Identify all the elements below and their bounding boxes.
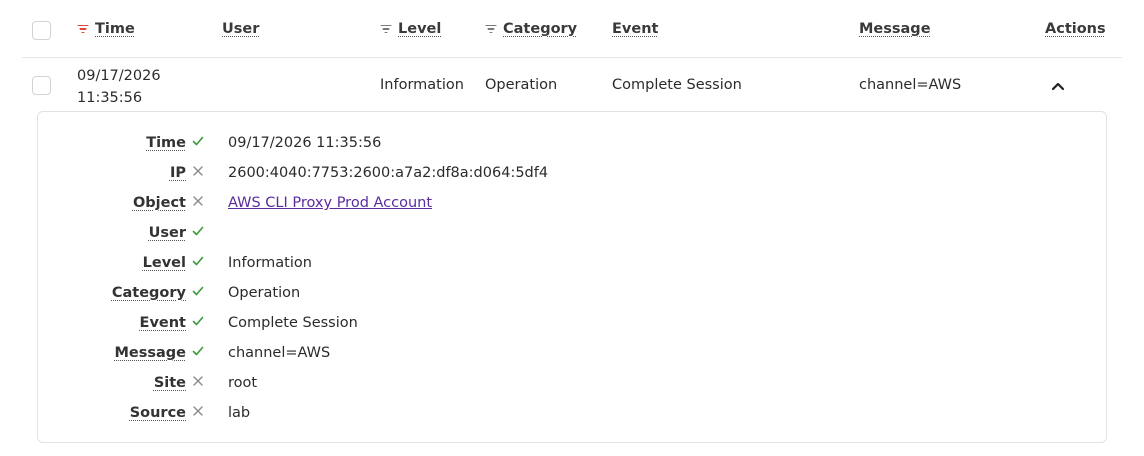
detail-row-event: Event Complete Session bbox=[38, 313, 1108, 335]
column-header-event[interactable]: Event bbox=[612, 21, 658, 37]
cell-event: Complete Session bbox=[612, 77, 742, 93]
check-icon[interactable] bbox=[191, 134, 205, 148]
check-icon[interactable] bbox=[191, 344, 205, 358]
column-label-event: Event bbox=[612, 21, 659, 37]
close-icon[interactable] bbox=[191, 164, 205, 178]
detail-value: Operation bbox=[228, 285, 301, 301]
column-label-category: Category bbox=[503, 21, 578, 37]
detail-row-site: Site root bbox=[38, 373, 1108, 395]
detail-value: 09/17/2026 11:35:56 bbox=[228, 135, 382, 151]
column-label-user: User bbox=[222, 21, 260, 37]
table-row[interactable]: 09/17/2026 11:35:56 Information Operatio… bbox=[22, 59, 1122, 111]
filter-icon[interactable] bbox=[380, 24, 391, 34]
select-all-checkbox[interactable] bbox=[32, 21, 51, 40]
column-header-user[interactable]: User bbox=[222, 21, 259, 37]
detail-label: Time bbox=[146, 135, 186, 151]
detail-row-time: Time 09/17/2026 11:35:56 bbox=[38, 133, 1108, 155]
detail-label: User bbox=[148, 225, 186, 241]
filter-icon[interactable] bbox=[485, 24, 496, 34]
detail-label: Source bbox=[129, 405, 186, 421]
filter-icon[interactable] bbox=[77, 24, 88, 34]
detail-label: Message bbox=[114, 345, 186, 361]
detail-row-object: Object AWS CLI Proxy Prod Account bbox=[38, 193, 1108, 215]
cell-level: Information bbox=[380, 77, 464, 93]
close-icon[interactable] bbox=[191, 374, 205, 388]
table-header: Time User Level Category Event Message A… bbox=[22, 0, 1122, 58]
detail-row-message: Message channel=AWS bbox=[38, 343, 1108, 365]
check-icon[interactable] bbox=[191, 284, 205, 298]
detail-label: IP bbox=[169, 165, 186, 181]
detail-row-user: User bbox=[38, 223, 1108, 245]
detail-label: Event bbox=[139, 315, 186, 331]
detail-row-level: Level Information bbox=[38, 253, 1108, 275]
detail-value: Information bbox=[228, 255, 312, 271]
close-icon[interactable] bbox=[191, 194, 205, 208]
detail-row-source: Source lab bbox=[38, 403, 1108, 425]
detail-value: 2600:4040:7753:2600:a7a2:df8a:d064:5df4 bbox=[228, 165, 549, 181]
detail-label: Level bbox=[142, 255, 186, 271]
check-icon[interactable] bbox=[191, 254, 205, 268]
close-icon[interactable] bbox=[191, 404, 205, 418]
collapse-row-button[interactable] bbox=[1044, 75, 1072, 97]
column-header-category[interactable]: Category bbox=[485, 21, 577, 37]
column-header-actions: Actions bbox=[1045, 21, 1106, 37]
cell-time: 09/17/2026 11:35:56 bbox=[77, 65, 161, 109]
check-icon[interactable] bbox=[191, 224, 205, 238]
detail-label: Category bbox=[111, 285, 186, 301]
column-label-message: Message bbox=[859, 21, 931, 37]
column-header-level[interactable]: Level bbox=[380, 21, 441, 37]
detail-value: lab bbox=[228, 405, 251, 421]
column-label-actions: Actions bbox=[1045, 21, 1106, 37]
detail-label: Site bbox=[153, 375, 186, 391]
detail-row-category: Category Operation bbox=[38, 283, 1108, 305]
cell-time-date: 09/17/2026 bbox=[77, 68, 161, 84]
events-table: Time User Level Category Event Message A… bbox=[22, 0, 1122, 456]
cell-category: Operation bbox=[485, 77, 558, 93]
detail-label: Object bbox=[132, 195, 186, 211]
column-label-time: Time bbox=[95, 21, 135, 37]
detail-value: Complete Session bbox=[228, 315, 358, 331]
column-header-time[interactable]: Time bbox=[77, 21, 135, 37]
check-icon[interactable] bbox=[191, 314, 205, 328]
cell-message: channel=AWS bbox=[859, 77, 962, 93]
cell-time-clock: 11:35:56 bbox=[77, 90, 143, 106]
column-header-message[interactable]: Message bbox=[859, 21, 931, 37]
detail-value: channel=AWS bbox=[228, 345, 331, 361]
row-details-panel: Time 09/17/2026 11:35:56 IP 2600:4040:7753:… bbox=[37, 111, 1107, 443]
detail-value-link[interactable]: AWS CLI Proxy Prod Account bbox=[228, 195, 432, 211]
row-checkbox[interactable] bbox=[32, 76, 51, 95]
chevron-up-icon bbox=[1051, 82, 1065, 91]
column-label-level: Level bbox=[398, 21, 442, 37]
detail-value: root bbox=[228, 375, 258, 391]
detail-row-ip: IP 2600:4040:7753:2600:a7a2:df8a:d064:5df… bbox=[38, 163, 1108, 185]
